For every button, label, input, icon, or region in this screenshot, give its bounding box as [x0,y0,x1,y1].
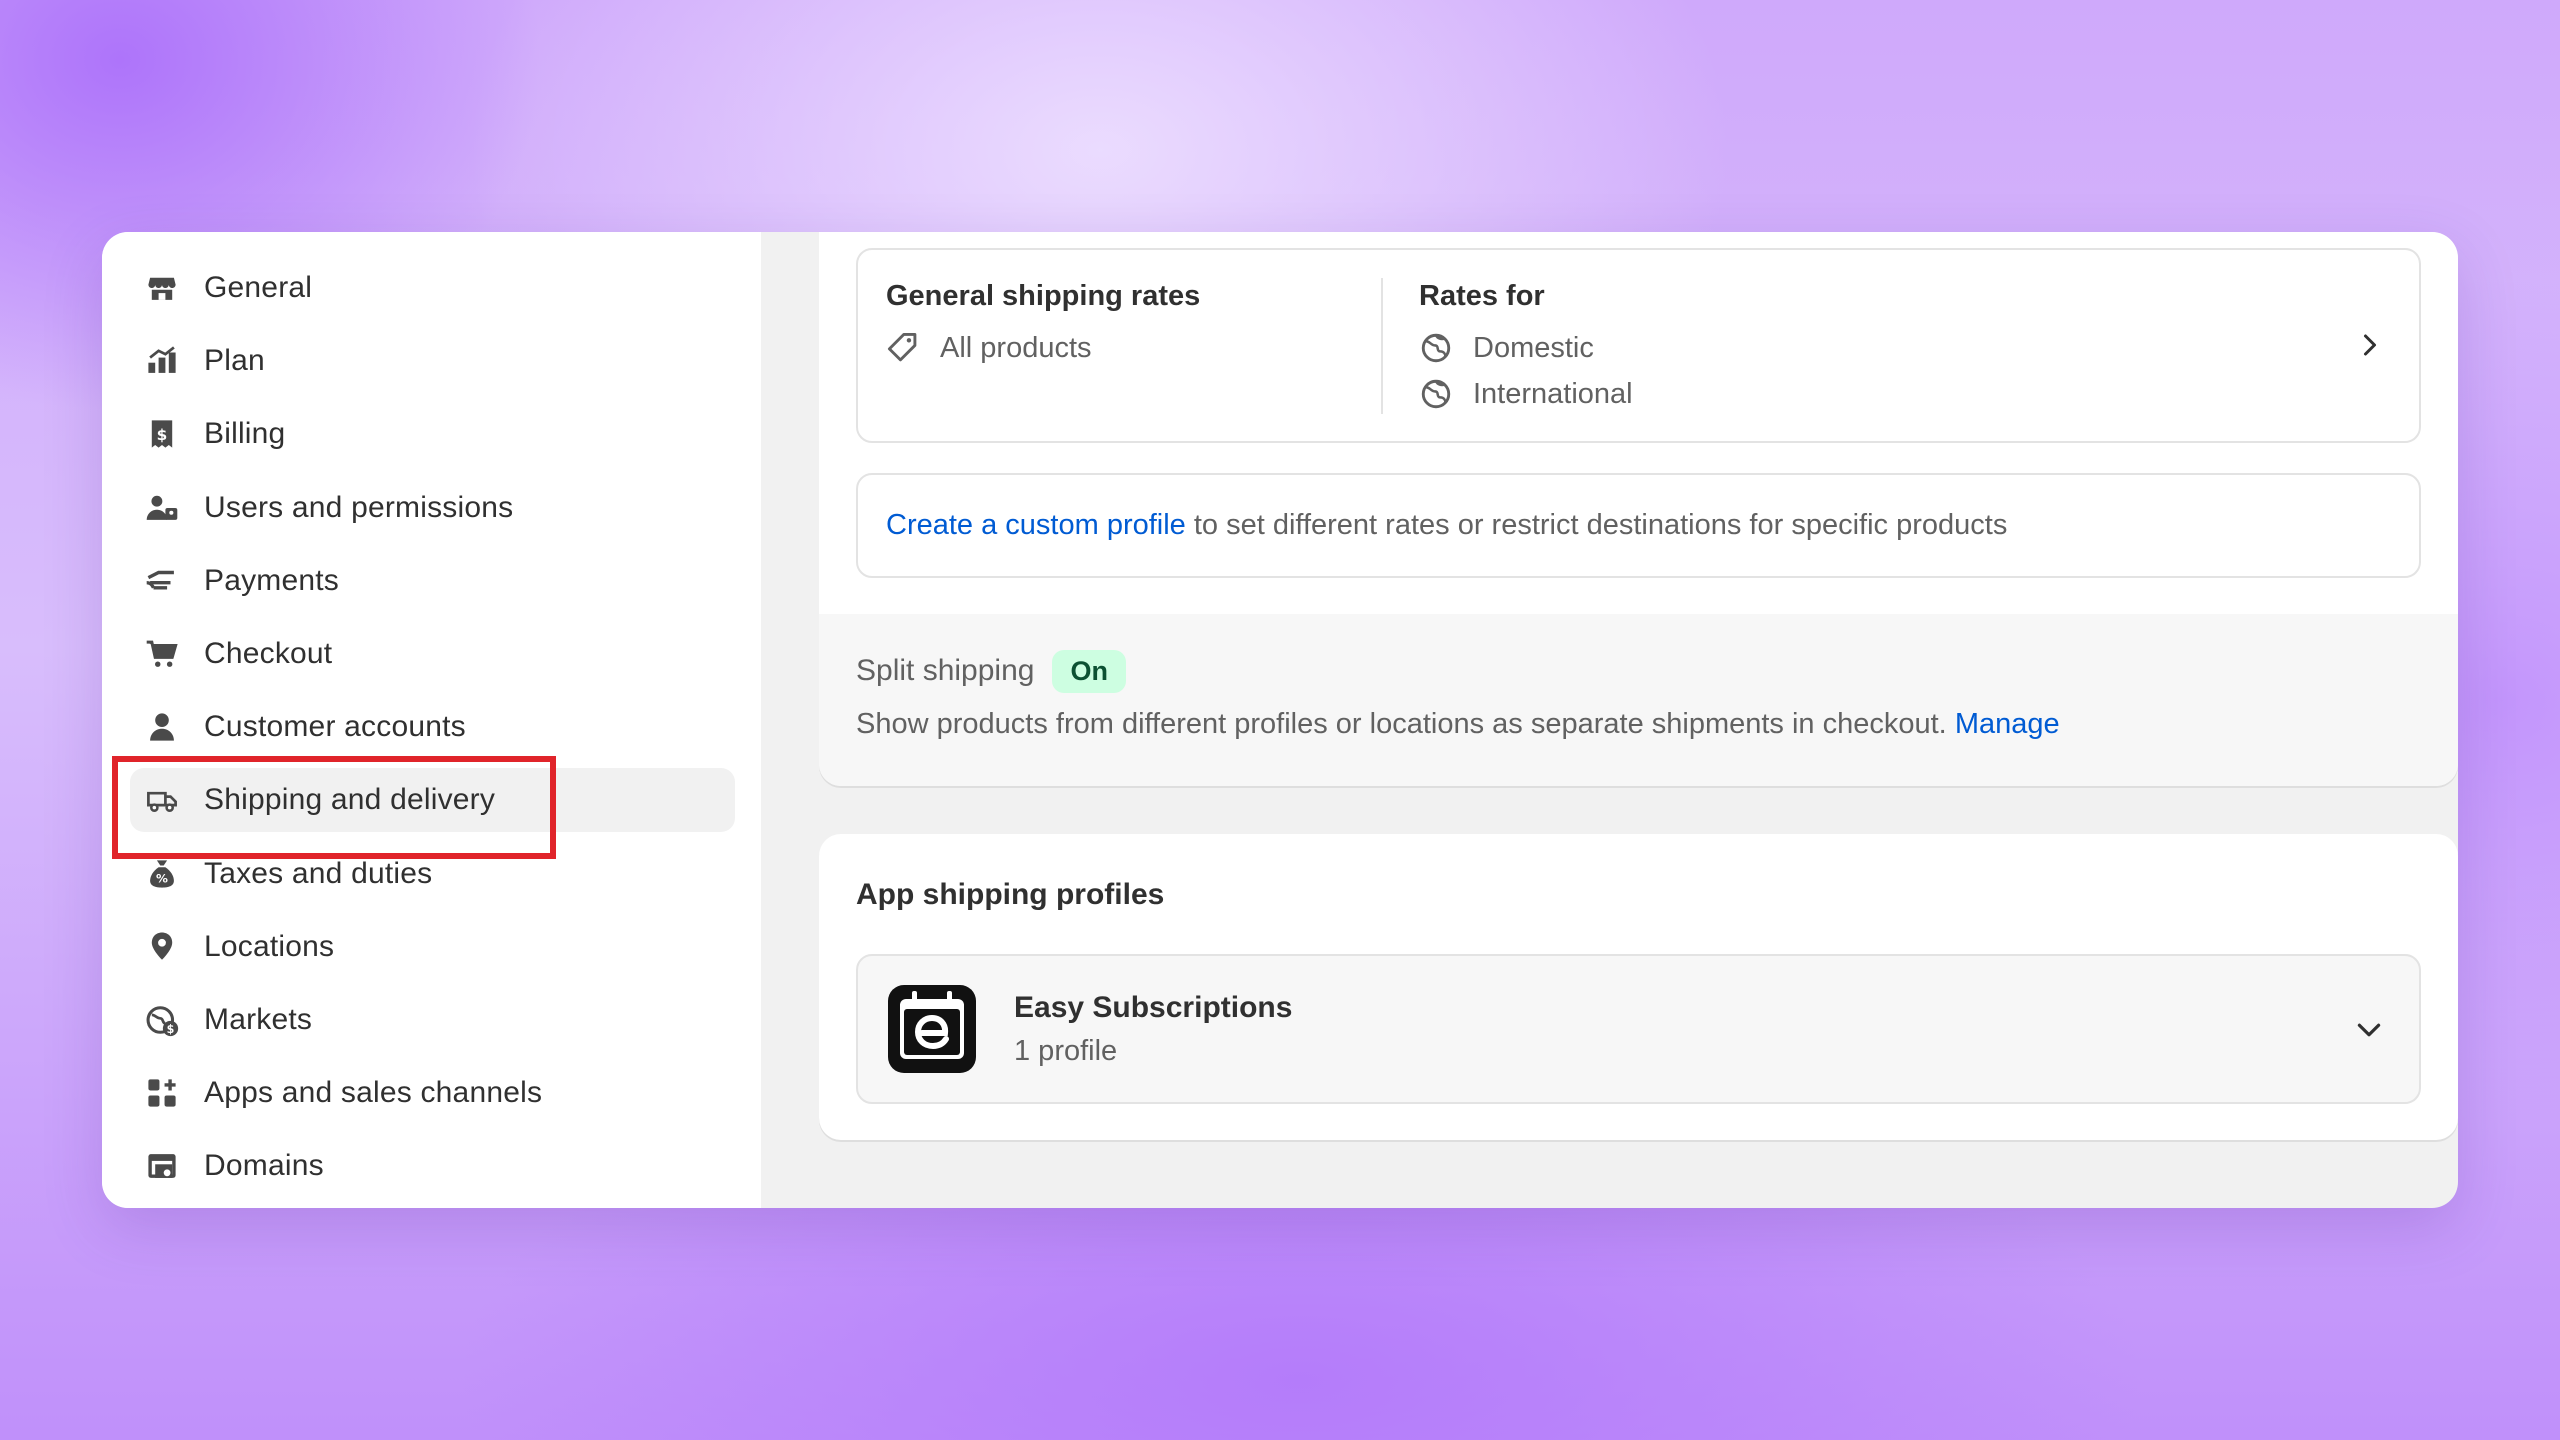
shipping-card: General shipping rates All products Rate… [819,232,2458,786]
app-profile-count: 1 profile [1014,1034,1118,1067]
sidebar-item-shipping[interactable]: Shipping and delivery [112,756,735,860]
settings-main: General shipping rates All products Rate… [761,232,2458,1208]
sidebar-item-locations[interactable]: Locations [130,915,735,979]
sidebar-item-apps[interactable]: Apps and sales channels [130,1061,735,1125]
sidebar-item-users[interactable]: Users and permissions [130,476,735,540]
truck-icon [144,782,180,818]
sidebar-item-label: Markets [204,1002,313,1036]
sidebar-item-label: General [204,271,313,304]
sidebar-item-label: Apps and sales channels [204,1076,543,1110]
sidebar-item-taxes[interactable]: % Taxes and duties [130,842,735,906]
general-rates-heading: General shipping rates [886,280,1201,312]
products-line: All products [886,325,1355,371]
app-name: Easy Subscriptions [1014,990,1293,1024]
sidebar-item-label: Taxes and duties [204,856,433,890]
sidebar-item-label: Domains [204,1149,324,1183]
region-international: International [1419,371,2383,417]
app-shipping-profiles-card: App shipping profiles Easy Subscriptions… [819,834,2458,1140]
sidebar-item-label: Plan [204,344,265,378]
sidebar-item-payments[interactable]: Payments [130,549,735,613]
split-shipping-description-text: Show products from different profiles or… [856,708,1955,740]
svg-text:%: % [156,871,168,885]
custom-profile-box: Create a custom profile to set different… [856,473,2421,578]
sidebar-item-customer-accounts[interactable]: Customer accounts [130,695,735,759]
payments-icon [144,563,180,599]
manage-link[interactable]: Manage [1955,708,2060,740]
svg-text:$: $ [167,1023,175,1036]
sidebar-item-domains[interactable]: Domains [130,1134,735,1198]
region-label: International [1473,377,1633,410]
plan-icon [144,343,180,379]
chevron-down-icon[interactable] [2353,1014,2385,1046]
sidebar-item-label: Checkout [204,636,333,670]
tax-bag-icon: % [144,856,180,892]
status-badge: On [1052,649,1126,693]
rates-for-heading: Rates for [1419,280,1545,312]
globe-icon [1421,333,1451,363]
sidebar-item-label: Locations [204,929,335,963]
split-shipping-description: Show products from different profiles or… [856,708,2421,741]
settings-window: General Plan $ Billing Users and permiss… [102,232,2458,1208]
domains-icon [144,1148,180,1184]
sidebar-item-label: Users and permissions [204,490,514,524]
rates-for-column: Rates for Domestic International [1383,250,2419,441]
sidebar-item-label: Billing [204,417,286,451]
sidebar-item-label: Payments [204,563,339,597]
app-profile-row[interactable]: Easy Subscriptions 1 profile [856,954,2421,1104]
sidebar-item-general[interactable]: General [130,256,735,320]
app-shipping-profiles-title: App shipping profiles [856,878,1165,911]
split-shipping-title: Split shipping [856,654,1035,687]
globe-icon [1421,379,1451,409]
region-domestic: Domestic [1419,325,2383,371]
sidebar-item-label: Customer accounts [204,710,466,744]
custom-profile-text: to set different rates or restrict desti… [1185,509,2008,541]
sidebar-item-plan[interactable]: Plan [130,329,735,393]
sidebar-item-markets[interactable]: $ Markets [130,988,735,1052]
billing-icon: $ [144,416,180,452]
general-rates-column: General shipping rates All products [858,250,1383,441]
general-shipping-rates-row[interactable]: General shipping rates All products Rate… [856,248,2421,443]
tag-icon [887,332,917,362]
products-label: All products [940,331,1092,364]
sidebar-item-label: Shipping and delivery [204,783,496,817]
sidebar-item-checkout[interactable]: Checkout [130,622,735,686]
person-icon [144,709,180,745]
chevron-right-icon[interactable] [2355,330,2385,360]
app-profile-text: Easy Subscriptions 1 profile [1014,991,1292,1068]
cart-icon [144,636,180,672]
apps-icon [144,1075,180,1111]
globe-dollar-icon: $ [144,1002,180,1038]
location-pin-icon [144,929,180,965]
svg-text:$: $ [157,426,168,444]
sidebar-item-billing[interactable]: $ Billing [130,402,735,466]
create-custom-profile-link[interactable]: Create a custom profile [886,509,1186,542]
users-icon [144,490,180,526]
easy-subscriptions-logo [888,985,976,1073]
region-label: Domestic [1473,331,1594,364]
store-icon [144,270,180,306]
settings-sidebar: General Plan $ Billing Users and permiss… [102,232,761,1208]
split-shipping-section: Split shipping On Show products from dif… [819,614,2458,786]
split-shipping-title-row: Split shipping On [856,648,2421,694]
